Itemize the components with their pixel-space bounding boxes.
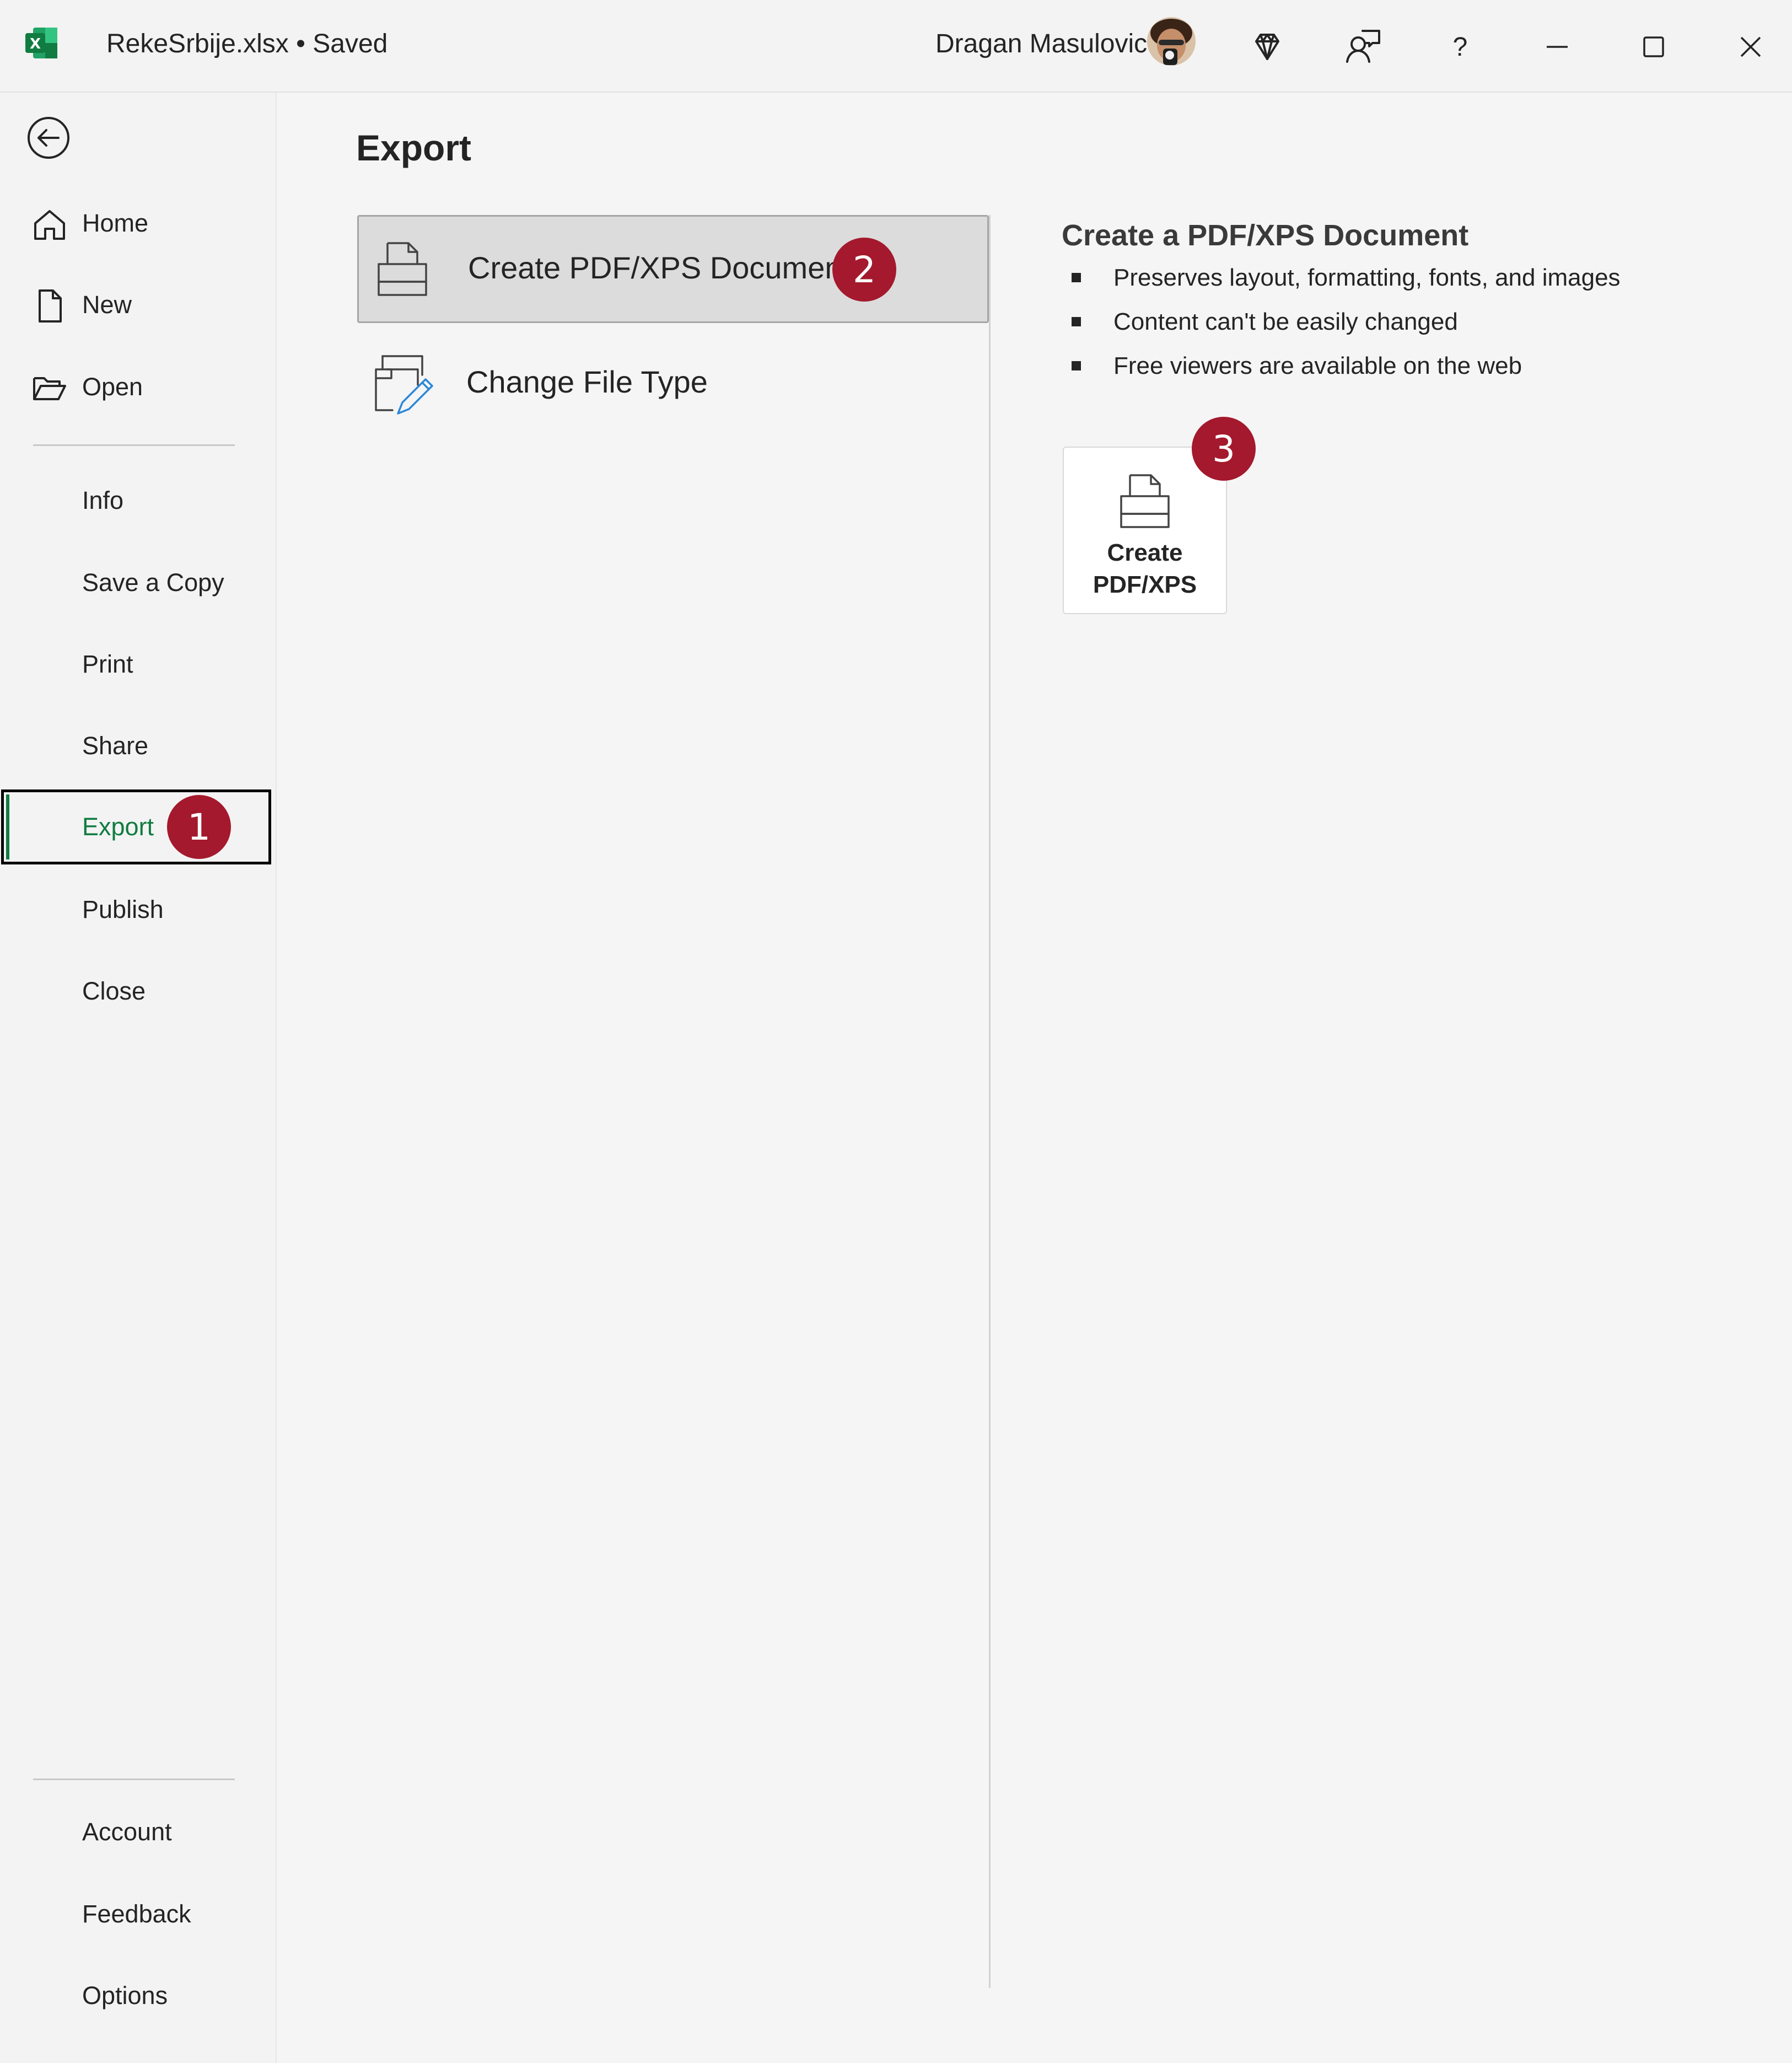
pane-divider <box>989 215 991 1988</box>
pdf-document-icon <box>1115 471 1175 531</box>
open-folder-icon <box>32 370 67 406</box>
nav-home-label: Home <box>82 209 149 237</box>
create-pdf-xps-button-label-line1: Create <box>1107 539 1183 566</box>
option-create-pdf-xps-label: Create PDF/XPS Document <box>468 250 851 285</box>
detail-bullet: Content can't be easily changed <box>1062 300 1621 344</box>
close-icon[interactable] <box>1720 17 1781 77</box>
nav-share-label: Share <box>82 732 149 760</box>
option-change-file-type-label: Change File Type <box>466 364 708 399</box>
nav-save-a-copy-label: Save a Copy <box>82 568 224 597</box>
nav-publish[interactable]: Publish <box>0 871 272 948</box>
nav-new[interactable]: New <box>0 266 272 343</box>
nav-print[interactable]: Print <box>0 626 272 703</box>
back-arrow-icon[interactable] <box>26 116 71 160</box>
title-bar: X RekeSrbije.xlsx • Saved Dragan Masulov… <box>0 0 1792 93</box>
create-pdf-xps-button-label-line2: PDF/XPS <box>1093 571 1197 598</box>
export-pane: Export Create PDF/XPS Document 2 Change … <box>277 93 1792 2063</box>
help-icon[interactable]: ? <box>1430 17 1490 77</box>
detail-bullet: Preserves layout, formatting, fonts, and… <box>1062 256 1621 300</box>
nav-new-label: New <box>82 291 132 319</box>
coauthor-icon[interactable] <box>1333 17 1393 77</box>
nav-publish-label: Publish <box>82 895 164 923</box>
new-document-icon <box>32 288 67 324</box>
nav-export[interactable]: Export 1 <box>1 789 271 864</box>
nav-open[interactable]: Open <box>0 348 272 426</box>
nav-account[interactable]: Account <box>0 1793 272 1871</box>
document-title: RekeSrbije.xlsx • Saved <box>106 29 388 58</box>
step-badge-2: 2 <box>832 238 896 302</box>
maximize-icon[interactable] <box>1623 17 1684 77</box>
nav-account-label: Account <box>82 1818 172 1846</box>
nav-close[interactable]: Close <box>0 953 272 1030</box>
pdf-document-icon <box>372 239 433 299</box>
nav-close-label: Close <box>82 977 146 1005</box>
nav-home[interactable]: Home <box>0 185 272 262</box>
option-create-pdf-xps[interactable]: Create PDF/XPS Document 2 <box>357 215 989 323</box>
nav-open-label: Open <box>82 373 143 401</box>
account-name[interactable]: Dragan Masulovic <box>935 29 1147 59</box>
page-title: Export <box>356 127 472 168</box>
home-icon <box>32 207 67 242</box>
minimize-icon[interactable] <box>1527 17 1587 77</box>
nav-export-selected-indicator <box>6 794 9 859</box>
nav-options-label: Options <box>82 1981 168 2010</box>
excel-icon: X <box>24 25 60 61</box>
sidebar-divider-bottom <box>33 1779 235 1780</box>
detail-bullet: Free viewers are available on the web <box>1062 344 1621 388</box>
premium-diamond-icon[interactable] <box>1237 17 1298 77</box>
sidebar-divider <box>33 444 235 446</box>
nav-feedback-label: Feedback <box>82 1900 191 1928</box>
svg-text:X: X <box>30 36 41 52</box>
nav-info-label: Info <box>82 486 124 514</box>
nav-save-a-copy[interactable]: Save a Copy <box>0 544 272 621</box>
detail-title: Create a PDF/XPS Document <box>1062 219 1469 252</box>
step-badge-3: 3 <box>1192 417 1256 481</box>
nav-feedback[interactable]: Feedback <box>0 1876 272 1953</box>
backstage-sidebar: Home New Open Info Save a Copy Print Sha… <box>0 93 277 2063</box>
nav-print-label: Print <box>82 650 133 678</box>
nav-share[interactable]: Share <box>0 707 272 785</box>
detail-bullets: Preserves layout, formatting, fonts, and… <box>1062 256 1621 388</box>
nav-export-label: Export <box>82 813 154 841</box>
nav-options[interactable]: Options <box>0 1957 272 2034</box>
change-file-type-icon <box>370 353 434 417</box>
step-badge-1: 1 <box>167 795 231 859</box>
avatar[interactable] <box>1147 17 1196 66</box>
nav-info[interactable]: Info <box>0 462 272 539</box>
option-change-file-type[interactable]: Change File Type <box>357 329 989 437</box>
